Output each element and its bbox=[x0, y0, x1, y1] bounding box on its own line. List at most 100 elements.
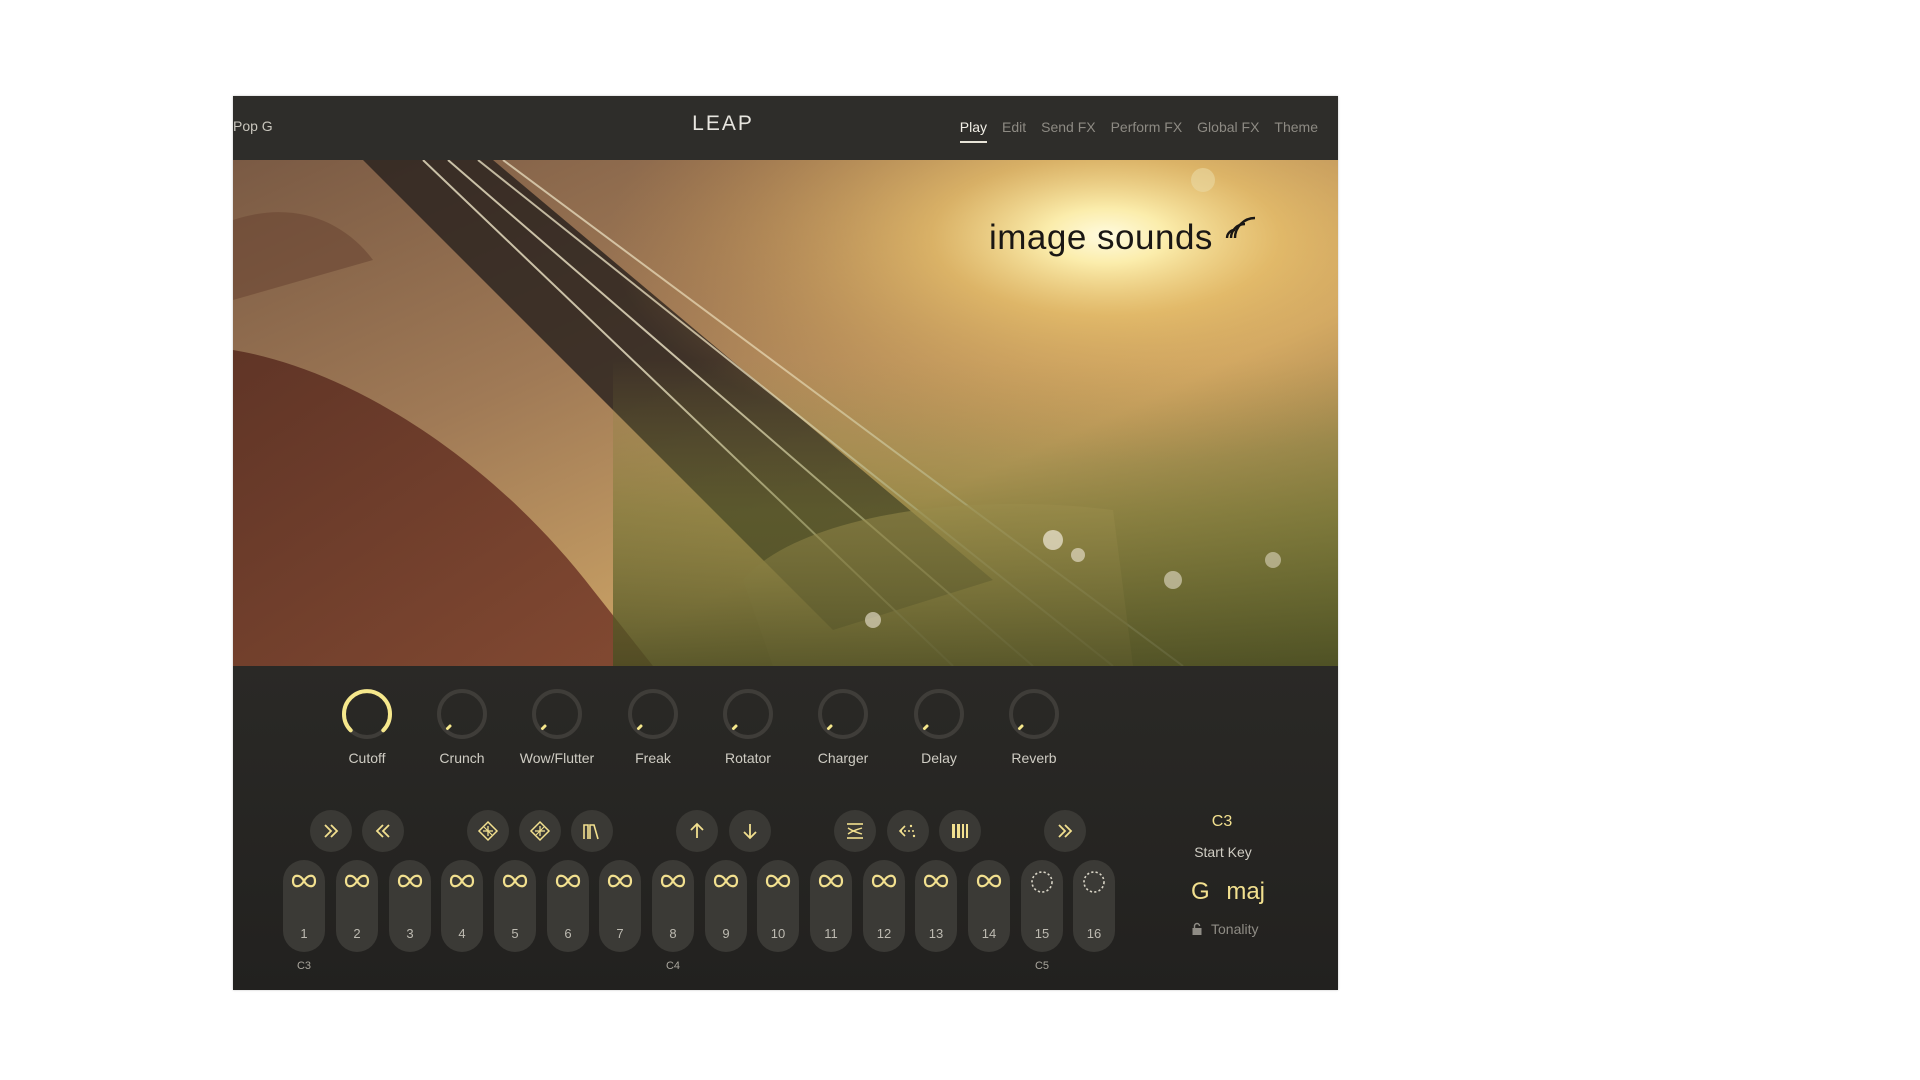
backward-button[interactable] bbox=[362, 810, 404, 852]
pad-15[interactable]: 15 bbox=[1021, 860, 1063, 952]
knob-dial bbox=[723, 689, 773, 739]
knob-label: Wow/Flutter bbox=[519, 750, 595, 766]
pad-11[interactable]: 11 bbox=[810, 860, 852, 952]
tonality-selector[interactable]: G maj bbox=[1191, 878, 1281, 906]
tab-global-fx[interactable]: Global FX bbox=[1197, 119, 1259, 143]
signal-waves-icon bbox=[1225, 216, 1256, 239]
pattern-button-b[interactable] bbox=[519, 810, 561, 852]
tonality-mode[interactable]: maj bbox=[1226, 878, 1265, 906]
knob-dial bbox=[1009, 689, 1059, 739]
start-key-label: Start Key bbox=[1194, 844, 1252, 860]
note-label-c4: C4 bbox=[665, 960, 681, 972]
pattern-button-a[interactable] bbox=[467, 810, 509, 852]
knob-cutoff[interactable]: Cutoff bbox=[327, 686, 407, 766]
pad-10[interactable]: 10 bbox=[757, 860, 799, 952]
pad-number: 2 bbox=[353, 926, 361, 941]
knob-rotator[interactable]: Rotator bbox=[708, 686, 788, 766]
pad-14[interactable]: 14 bbox=[968, 860, 1010, 952]
pad-3[interactable]: 3 bbox=[389, 860, 431, 952]
pad-6[interactable]: 6 bbox=[547, 860, 589, 952]
diamond-pattern-icon bbox=[477, 820, 499, 842]
tab-edit[interactable]: Edit bbox=[1002, 119, 1026, 143]
leap-instrument-window: Pop G LEAP Play Edit Send FX Perform FX … bbox=[233, 96, 1338, 990]
knob-wow-flutter[interactable]: Wow/Flutter bbox=[517, 686, 597, 766]
knob-dial bbox=[914, 689, 964, 739]
leap-logo: LEAP bbox=[692, 112, 754, 135]
pad-number: 9 bbox=[722, 926, 730, 941]
double-chevron-left-icon bbox=[375, 824, 390, 838]
bars-button[interactable] bbox=[939, 810, 981, 852]
dotted-circle-icon bbox=[1083, 871, 1105, 893]
tab-theme[interactable]: Theme bbox=[1274, 119, 1318, 143]
pad-8[interactable]: 8 bbox=[652, 860, 694, 952]
top-bar: Pop G LEAP Play Edit Send FX Perform FX … bbox=[233, 96, 1338, 160]
knob-charger[interactable]: Charger bbox=[803, 686, 883, 766]
infinity-icon bbox=[713, 874, 739, 888]
tab-perform-fx[interactable]: Perform FX bbox=[1111, 119, 1183, 143]
arrow-down-icon bbox=[743, 824, 757, 840]
preset-name[interactable]: Pop G bbox=[233, 118, 273, 134]
infinity-icon bbox=[344, 874, 370, 888]
infinity-icon bbox=[818, 874, 844, 888]
tab-send-fx[interactable]: Send FX bbox=[1041, 119, 1095, 143]
pad-2[interactable]: 2 bbox=[336, 860, 378, 952]
knob-label: Reverb bbox=[1011, 750, 1057, 766]
pad-number: 3 bbox=[406, 926, 414, 941]
tonality-root[interactable]: G bbox=[1191, 878, 1210, 906]
knob-label: Charger bbox=[817, 750, 869, 766]
pad-number: 10 bbox=[770, 926, 786, 941]
swap-button[interactable] bbox=[834, 810, 876, 852]
pad-5[interactable]: 5 bbox=[494, 860, 536, 952]
next-button[interactable] bbox=[1044, 810, 1086, 852]
arrow-up-icon bbox=[690, 822, 704, 838]
knob-freak[interactable]: Freak bbox=[613, 686, 693, 766]
octave-up-button[interactable] bbox=[676, 810, 718, 852]
knob-reverb[interactable]: Reverb bbox=[994, 686, 1074, 766]
knob-dial bbox=[342, 689, 392, 739]
lock-icon[interactable] bbox=[1191, 922, 1203, 936]
pad-number: 1 bbox=[300, 926, 308, 941]
pad-number: 11 bbox=[824, 926, 838, 941]
pad-number: 5 bbox=[511, 926, 519, 941]
pad-16[interactable]: 16 bbox=[1073, 860, 1115, 952]
diamond-pattern-alt-icon bbox=[529, 820, 551, 842]
pad-12[interactable]: 12 bbox=[863, 860, 905, 952]
tab-play[interactable]: Play bbox=[959, 119, 988, 143]
scatter-button[interactable] bbox=[887, 810, 929, 852]
pad-1[interactable]: 1 bbox=[283, 860, 325, 952]
start-key-value[interactable]: C3 bbox=[1202, 813, 1242, 831]
pad-number: 6 bbox=[564, 926, 572, 941]
octave-down-button[interactable] bbox=[729, 810, 771, 852]
infinity-icon bbox=[660, 874, 686, 888]
hero-artwork: image sounds bbox=[233, 160, 1338, 666]
pad-number: 4 bbox=[458, 926, 466, 941]
double-chevron-right-icon bbox=[324, 824, 339, 838]
knob-crunch[interactable]: Crunch bbox=[422, 686, 502, 766]
tonality-label: Tonality bbox=[1211, 921, 1259, 937]
pad-9[interactable]: 9 bbox=[705, 860, 747, 952]
infinity-icon bbox=[976, 874, 1002, 888]
infinity-icon bbox=[871, 874, 897, 888]
knob-delay[interactable]: Delay bbox=[899, 686, 979, 766]
knob-dial bbox=[628, 689, 678, 739]
infinity-icon bbox=[449, 874, 475, 888]
double-chevron-right-icon bbox=[1058, 824, 1073, 838]
waveform-button[interactable] bbox=[571, 810, 613, 852]
bars-icon bbox=[952, 824, 968, 838]
pad-number: 13 bbox=[928, 926, 944, 941]
pad-number: 15 bbox=[1034, 926, 1050, 941]
pad-number: 8 bbox=[669, 926, 677, 941]
pad-4[interactable]: 4 bbox=[441, 860, 483, 952]
forward-button[interactable] bbox=[310, 810, 352, 852]
pad-number: 16 bbox=[1086, 926, 1102, 941]
pad-number: 12 bbox=[876, 926, 892, 941]
pad-13[interactable]: 13 bbox=[915, 860, 957, 952]
pad-7[interactable]: 7 bbox=[599, 860, 641, 952]
scatter-arrow-icon bbox=[898, 824, 916, 838]
swap-arrows-icon bbox=[847, 823, 863, 839]
knob-label: Rotator bbox=[725, 750, 771, 766]
knob-dial bbox=[532, 689, 582, 739]
knob-label: Crunch bbox=[439, 750, 485, 766]
image-sounds-brand: image sounds bbox=[989, 218, 1213, 257]
infinity-icon bbox=[291, 874, 317, 888]
